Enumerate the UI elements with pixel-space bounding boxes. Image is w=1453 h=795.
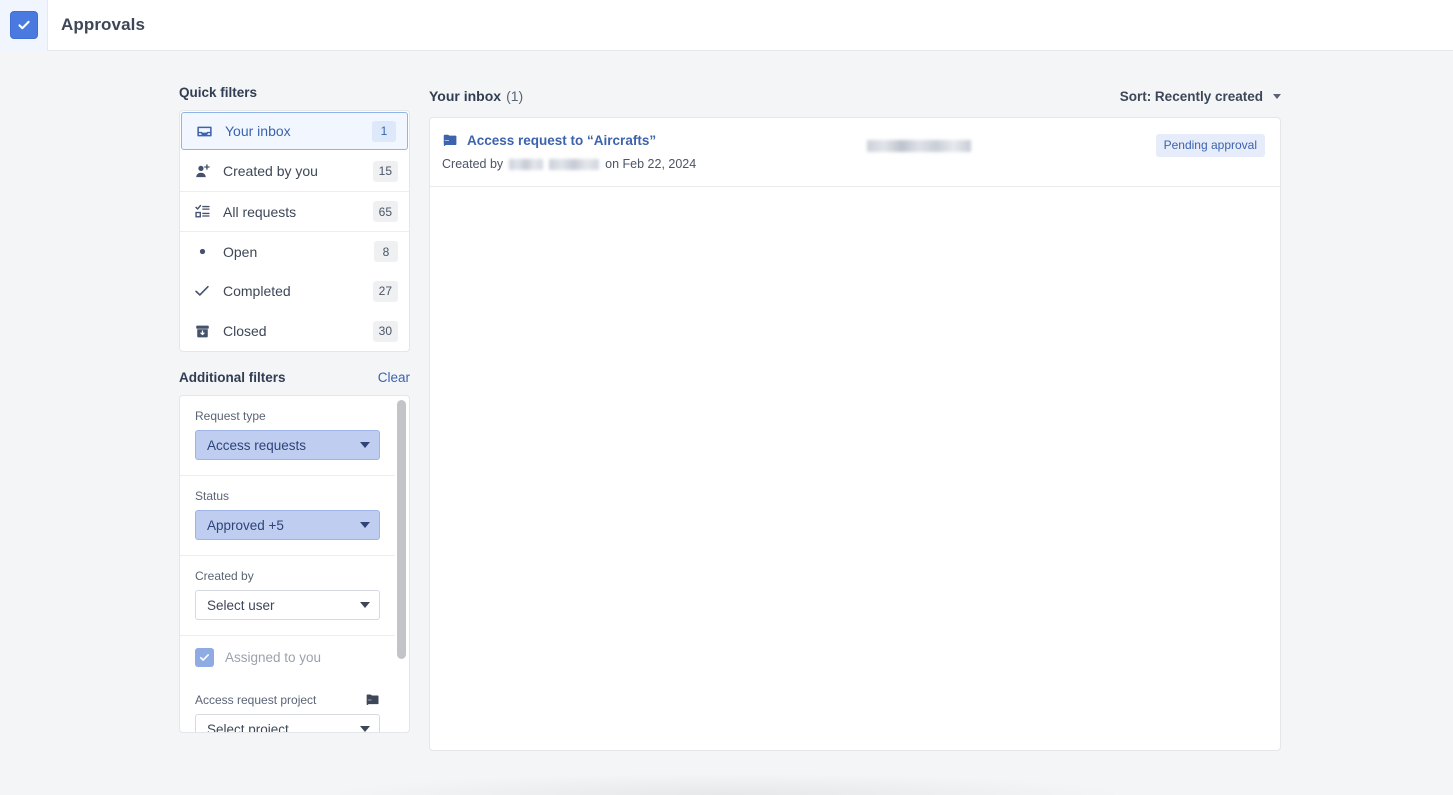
inbox-count: (1): [506, 88, 524, 104]
chevron-down-icon: [360, 442, 370, 448]
chevron-down-icon: [360, 726, 370, 732]
sidebar-item-label: Closed: [223, 323, 267, 339]
filter-request-type: Request type Access requests: [180, 396, 395, 475]
shared-folder-icon: [441, 131, 459, 149]
sidebar-item-count: 8: [374, 241, 398, 262]
sidebar-item-open[interactable]: Open 8: [180, 231, 409, 271]
sidebar-item-label: All requests: [223, 203, 297, 220]
checklist-icon: [192, 202, 212, 222]
request-meta: Created by on Feb 22, 2024: [442, 157, 1142, 171]
access-request-project-select[interactable]: Select project: [195, 714, 380, 733]
sort-button[interactable]: Sort: Recently created: [1120, 89, 1281, 104]
bottom-shadow: [0, 755, 1453, 795]
inbox-title-text: Your inbox: [429, 88, 502, 104]
page-body: Quick filters Your inbox 1 Created by yo…: [0, 51, 1453, 795]
request-type-select[interactable]: Access requests: [195, 430, 380, 460]
additional-filters-scroll-area: Request type Access requests Status Appr…: [180, 396, 409, 732]
status-badge: Pending approval: [1155, 134, 1265, 157]
request-title-text: Access request to “Aircrafts”: [467, 132, 657, 148]
filters-sidebar: Quick filters Your inbox 1 Created by yo…: [179, 85, 410, 733]
sidebar-item-label: Created by you: [223, 163, 318, 179]
page-title: Approvals: [61, 15, 146, 34]
created-by-label: Created by: [195, 569, 254, 583]
sidebar-item-count: 15: [372, 160, 398, 182]
request-title-link[interactable]: Access request to “Aircrafts”: [441, 131, 1142, 149]
sidebar-item-count: 1: [372, 120, 396, 142]
assigned-to-you-checkbox[interactable]: [195, 648, 214, 667]
inbox-header: Your inbox (1) Sort: Recently created: [429, 85, 1281, 107]
status-value: Approved +5: [207, 517, 284, 533]
access-request-project-value: Select project: [207, 721, 289, 733]
sidebar-item-closed[interactable]: Closed 30: [180, 311, 409, 351]
additional-filters-card: Request type Access requests Status Appr…: [179, 395, 410, 733]
additional-filters-title: Additional filters: [179, 370, 286, 385]
user-add-icon: [192, 161, 212, 181]
request-creator-redacted-2: [549, 158, 600, 170]
sort-label: Sort: Recently created: [1119, 88, 1263, 104]
filters-scrollbar-thumb[interactable]: [397, 400, 406, 660]
chevron-down-icon: [360, 522, 370, 528]
sidebar-item-count: 27: [372, 280, 398, 302]
shared-folder-icon: [365, 692, 380, 707]
access-request-project-label-text: Access request project: [195, 692, 317, 707]
sidebar-item-label: Open: [223, 243, 258, 260]
quick-filters-title: Quick filters: [179, 85, 258, 100]
filter-created-by: Created by Select user: [180, 555, 395, 635]
sidebar-item-label: Completed: [223, 283, 291, 299]
archive-icon: [192, 321, 212, 341]
requests-list: Access request to “Aircrafts” Created by…: [429, 117, 1281, 751]
request-type-value: Access requests: [207, 437, 307, 453]
sidebar-item-count: 30: [372, 320, 398, 342]
filter-status: Status Approved +5: [180, 475, 395, 555]
created-by-value: Select user: [207, 597, 275, 613]
status-select[interactable]: Approved +5: [195, 510, 380, 540]
dot-icon: [192, 242, 212, 262]
request-created-suffix: on Feb 22, 2024: [605, 157, 697, 171]
request-type-label: Request type: [195, 409, 266, 423]
sidebar-item-created-by-you[interactable]: Created by you 15: [180, 151, 409, 191]
inbox-title: Your inbox (1): [429, 88, 523, 104]
sidebar-item-all-requests[interactable]: All requests 65: [180, 191, 409, 231]
request-created-prefix: Created by: [442, 157, 504, 171]
inbox-icon: [194, 121, 214, 141]
filter-access-request-project: Access request project Select project: [180, 679, 395, 733]
additional-filters-section: Additional filters Clear Request type Ac…: [179, 370, 410, 733]
chevron-down-icon: [360, 602, 370, 608]
inbox-panel: Your inbox (1) Sort: Recently created Acc…: [429, 85, 1281, 751]
list-item[interactable]: Access request to “Aircrafts” Created by…: [430, 118, 1280, 187]
access-request-project-label: Access request project: [195, 692, 380, 707]
check-icon: [192, 281, 212, 301]
assigned-to-you-label: Assigned to you: [225, 650, 322, 665]
app-icon-rail: [0, 0, 48, 51]
sidebar-item-your-inbox[interactable]: Your inbox 1: [181, 112, 408, 150]
request-main: Access request to “Aircrafts” Created by…: [441, 131, 1142, 172]
sidebar-item-count: 65: [372, 201, 398, 222]
filters-scrollbar[interactable]: [397, 400, 406, 728]
clear-filters-link[interactable]: Clear: [378, 370, 410, 385]
check-tile-icon[interactable]: [9, 11, 38, 39]
additional-filters-header: Additional filters Clear: [179, 370, 410, 385]
created-by-select[interactable]: Select user: [195, 590, 380, 620]
sidebar-item-label: Your inbox: [225, 123, 291, 139]
request-assignee-redacted: [867, 140, 971, 152]
quick-filters-header: Quick filters: [179, 85, 410, 100]
status-label: Status: [195, 489, 230, 503]
request-creator-redacted: [509, 158, 544, 170]
chevron-down-icon: [1273, 93, 1281, 99]
filter-assigned-to-you[interactable]: Assigned to you: [180, 635, 395, 679]
sidebar-item-completed[interactable]: Completed 27: [180, 271, 409, 311]
app-header: Approvals: [0, 0, 1453, 51]
quick-filters-card: Your inbox 1 Created by you 15 All reque…: [179, 110, 410, 352]
